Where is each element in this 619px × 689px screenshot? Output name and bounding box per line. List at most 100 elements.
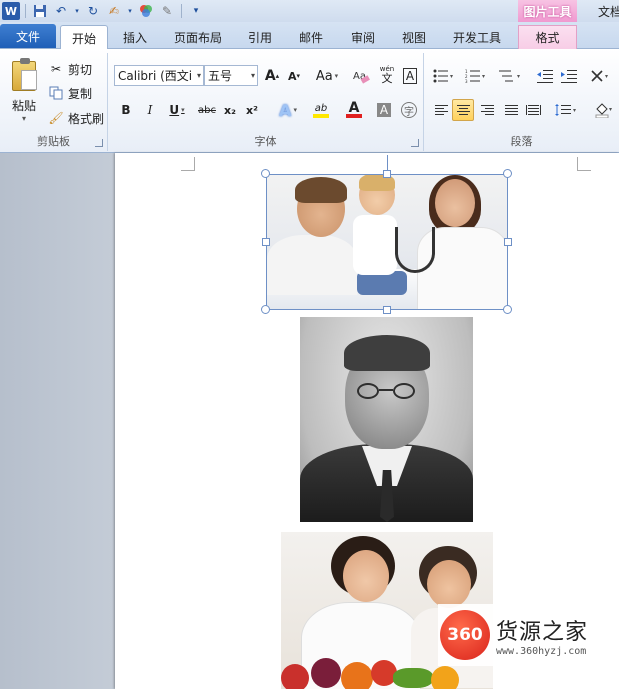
glasses-shape [393, 383, 415, 399]
justify-button[interactable] [500, 99, 522, 121]
superscript-button[interactable]: x² [242, 99, 262, 121]
phonetic-guide-button[interactable]: wén 文 [376, 63, 398, 85]
format-painter-button[interactable]: 🖌 格式刷 [48, 108, 104, 128]
resize-handle-nw[interactable] [261, 169, 270, 178]
align-left-icon [434, 105, 448, 115]
svg-text:▾: ▾ [573, 107, 576, 114]
cut-button[interactable]: ✂ 剪切 [48, 59, 92, 79]
portrait-photo[interactable] [300, 317, 473, 522]
document-title: 文档 [598, 5, 619, 19]
paragraph-group: ▾ 1 2 3 ▾ ▾ ▾ ▾ ▾ 段落 [424, 53, 619, 151]
distributed-icon [525, 105, 541, 115]
font-size-select[interactable]: 五号 ▾ [204, 65, 258, 86]
shading-button[interactable]: ▾ [592, 99, 618, 121]
fruit-shape [341, 662, 373, 689]
clear-icon[interactable]: ✎ [158, 2, 176, 20]
paste-button[interactable]: 粘贴 ▾ [6, 57, 42, 127]
distributed-button[interactable] [522, 99, 544, 121]
resize-handle-ne[interactable] [503, 169, 512, 178]
justify-icon [504, 105, 518, 115]
italic-button[interactable]: I [140, 99, 160, 121]
shrink-font-button[interactable]: A ▾ [284, 65, 304, 87]
align-left-button[interactable] [430, 99, 452, 121]
tab-file[interactable]: 文件 [0, 24, 56, 48]
customize-icon[interactable]: ▾ [187, 2, 205, 20]
numbering-button[interactable]: 1 2 3 ▾ [462, 65, 490, 87]
line-spacing-icon: ▾ [555, 104, 576, 116]
align-center-button[interactable] [452, 99, 474, 121]
tab-page-layout[interactable]: 页面布局 [164, 25, 232, 49]
copy-button[interactable]: 复制 [48, 83, 92, 103]
resize-handle-se[interactable] [503, 305, 512, 314]
dropdown-arrow-icon[interactable]: ▾ [73, 2, 81, 20]
photo-figure [267, 235, 357, 295]
word-app-icon[interactable]: W [2, 2, 20, 20]
fruit-shape [393, 668, 433, 688]
redo-icon[interactable]: ↻ [84, 2, 102, 20]
bold-button[interactable]: B [116, 99, 136, 121]
align-right-button[interactable] [476, 99, 498, 121]
tab-review[interactable]: 审阅 [340, 25, 386, 49]
svg-text:▾: ▾ [450, 73, 453, 80]
resize-handle-s[interactable] [383, 306, 391, 314]
highlight-button[interactable]: ab [306, 99, 336, 121]
paste-icon [12, 58, 37, 91]
copy-icon [48, 85, 64, 101]
site-watermark: 360 货源之家 www.360hyzj.com [438, 604, 619, 666]
underline-button[interactable]: U ▾ [164, 99, 190, 121]
subscript-button[interactable]: x₂ [220, 99, 240, 121]
line-spacing-button[interactable]: ▾ [552, 99, 582, 121]
cut-label: 剪切 [68, 62, 93, 77]
bullets-button[interactable]: ▾ [430, 65, 458, 87]
dialog-launcher-icon[interactable] [411, 139, 419, 147]
decrease-indent-button[interactable] [534, 65, 556, 87]
change-case-icon: Aa [315, 68, 333, 84]
strikethrough-button[interactable]: abc [196, 99, 218, 121]
fruit-shape [311, 658, 341, 688]
format-painter-label: 格式刷 [68, 111, 105, 126]
resize-handle-sw[interactable] [261, 305, 270, 314]
tab-format[interactable]: 格式 [518, 25, 577, 49]
tab-mailings[interactable]: 邮件 [288, 25, 334, 49]
dialog-launcher-icon[interactable] [95, 139, 103, 147]
tab-view[interactable]: 视图 [392, 25, 436, 49]
shrink-font-icon: A [287, 69, 297, 83]
asian-layout-button[interactable]: ▾ [588, 65, 616, 87]
clear-formatting-button[interactable]: Aa [350, 65, 372, 87]
clear-formatting-icon: Aa [353, 71, 370, 84]
tab-home[interactable]: 开始 [60, 25, 108, 50]
dropdown-arrow-icon[interactable]: ▾ [126, 2, 134, 20]
chevron-down-icon[interactable]: ▾ [22, 114, 26, 123]
separator [25, 4, 26, 18]
tab-developer[interactable]: 开发工具 [442, 25, 512, 49]
save-icon[interactable] [31, 2, 49, 20]
strikethrough-icon: abc [198, 104, 216, 116]
resize-handle-w[interactable] [262, 238, 270, 246]
enclose-characters-button[interactable]: 字 [398, 99, 420, 121]
bullets-icon: ▾ [433, 69, 453, 83]
resize-handle-n[interactable] [383, 170, 391, 178]
picture-tools-header: 图片工具 [518, 0, 577, 22]
tab-references[interactable]: 引用 [238, 25, 282, 49]
resize-handle-e[interactable] [504, 238, 512, 246]
family-doctor-photo[interactable] [266, 174, 508, 310]
change-case-button[interactable]: Aa ▾ [312, 65, 342, 87]
undo-icon[interactable]: ↶ [52, 2, 70, 20]
chevron-down-icon: ▾ [250, 71, 255, 80]
photo-figure [343, 550, 389, 602]
increase-indent-button[interactable] [558, 65, 580, 87]
character-shading-button[interactable]: A [374, 99, 394, 121]
text-effects-button[interactable]: A ▾ [274, 99, 302, 121]
font-color-button[interactable]: A [340, 99, 368, 121]
chevron-down-icon: ▾ [196, 71, 201, 80]
grow-font-button[interactable]: A ▴ [262, 65, 282, 87]
character-border-button[interactable]: A [400, 65, 420, 87]
tab-insert[interactable]: 插入 [112, 25, 158, 49]
multilevel-list-button[interactable]: ▾ [496, 65, 526, 87]
brush-icon: 🖌 [48, 111, 64, 125]
clipboard-group-label: 剪贴板 [37, 135, 70, 148]
font-name-select[interactable]: Calibri (西文i ▾ [114, 65, 204, 86]
ribbon-tabs: 文件 开始 插入 页面布局 引用 邮件 审阅 视图 开发工具 格式 [0, 22, 619, 50]
format-painter-icon[interactable]: ✍ [105, 2, 123, 20]
color-icon[interactable] [137, 2, 155, 20]
